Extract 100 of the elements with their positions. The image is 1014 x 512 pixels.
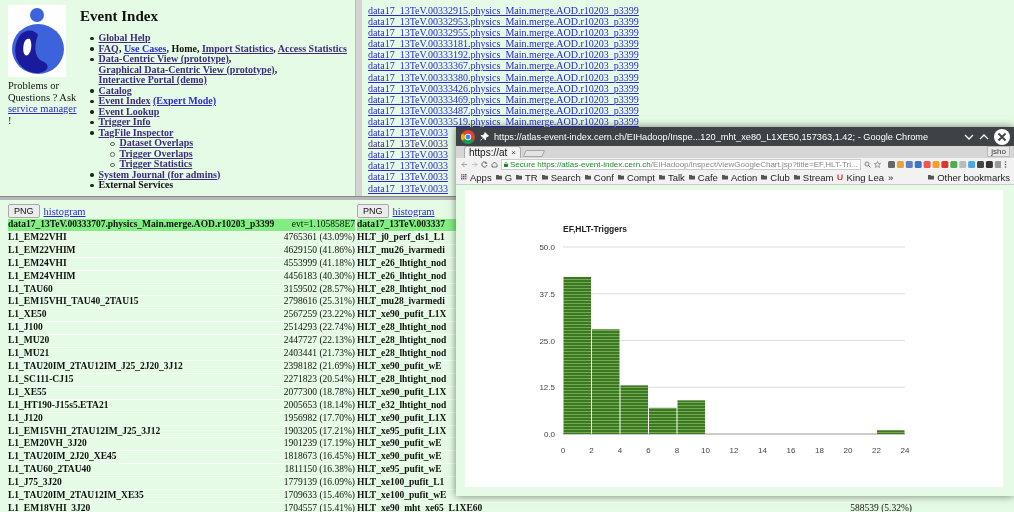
bookmark[interactable]: Talk <box>658 171 685 183</box>
table-cell: L1_TAU60 <box>8 283 281 297</box>
table-cell: L1_EM24VHIM <box>8 270 281 284</box>
nav-link[interactable]: Trigger Info <box>98 117 151 128</box>
table-cell: L1_HT190-J15s5.ETA21 <box>8 399 281 413</box>
nav-item: FAQ, Use Cases, Home, Import Statistics, Access Statistics <box>98 43 347 54</box>
dataset-link[interactable]: data17_13TeV.0033 <box>368 127 448 139</box>
table-cell: 2447727 (22.13%) <box>280 335 355 349</box>
bookmark[interactable]: TR <box>516 171 538 183</box>
bookmark[interactable]: G <box>495 171 513 183</box>
table-cell: L1_J120 <box>8 412 281 426</box>
header-cell: evt=1.105858E7 <box>280 219 355 232</box>
table-cell: L1_MU21 <box>8 348 281 361</box>
table-cell: L1_EM15VHI_2TAU12IM_J25_3J12 <box>8 425 281 439</box>
nav-link[interactable]: Trigger Statistics <box>119 159 193 170</box>
table-cell: 3159502 (28.57%) <box>280 283 355 297</box>
nav-link[interactable]: Event Index <box>98 95 151 106</box>
tick-label: 22 <box>872 446 881 455</box>
more-bookmarks-button[interactable]: » <box>887 171 894 183</box>
dataset-link[interactable]: data17_13TeV.00333487.physics_Main.merge.AOD.r10203_p3399 <box>368 104 639 116</box>
profile-button[interactable]: jsho <box>987 146 1010 158</box>
nav-link[interactable]: Access Statistics <box>277 42 347 54</box>
table-cell: L1_SC111-CJ15 <box>8 373 281 387</box>
window-title: https://atlas-event-index.cern.ch/EIHadoop/Inspe...120_mht_xe80_L1XE50,157363,1.42; - Google Chrome <box>494 131 930 142</box>
bookmark[interactable]: Action <box>721 171 758 183</box>
table-cell: L1_MU20 <box>8 335 281 349</box>
table-cell: L1_J75_3J20 <box>8 477 281 491</box>
dataset-link[interactable]: data17_13TeV.00332953.physics_Main.merge.AOD.r10203_p3399 <box>368 16 639 28</box>
nav-link[interactable]: Dataset Overlaps <box>119 138 194 149</box>
bookmark[interactable]: Conf <box>584 171 614 183</box>
table-cell: 4629150 (41.86%) <box>280 244 355 258</box>
bookmark[interactable]: Cafe <box>688 171 718 183</box>
table-cell: L1_TAU60_2TAU40 <box>8 464 281 478</box>
dataset-link[interactable]: data17_13TeV.0033 <box>368 149 448 161</box>
tick-label: 0.0 <box>543 430 555 439</box>
nav-link[interactable]: FAQ <box>98 42 119 54</box>
table-cell: L1_EM15VHI_TAU40_2TAU15 <box>8 296 281 310</box>
png-button[interactable]: PNG <box>8 204 40 218</box>
png-button[interactable]: PNG <box>357 204 389 218</box>
nav-link[interactable]: Interactive Portal (demo) <box>98 74 207 85</box>
nav-item: Data-Centric View (prototype), Graphical Data-Centric View (prototype), Interactive Portal (demo) <box>98 54 279 86</box>
url-text: https://atlas-event-index.cern.ch/EIHadoop/inspect/viewGoogleChart.jsp?title=EF,HLT-Tri... <box>537 159 858 169</box>
bookmark[interactable]: Other bookmarks <box>928 171 1010 183</box>
dataset-link[interactable]: data17_13TeV.00333380.physics_Main.merge.AOD.r10203_p3399 <box>368 71 639 83</box>
histogram-link[interactable]: histogram <box>43 205 86 217</box>
dataset-link[interactable]: data17_13TeV.0033 <box>368 160 448 172</box>
nav-link[interactable]: Graphical Data-Centric View (prototype) <box>98 63 275 75</box>
table-cell: 1709633 (15.46%) <box>280 490 355 503</box>
dataset-link[interactable]: data17_13TeV.00333367.physics_Main.merge.AOD.r10203_p3399 <box>368 60 639 72</box>
table-cell: HLT_xe90_mht_xe65_L1XE60 <box>357 502 848 512</box>
dataset-link[interactable]: data17_13TeV.00332915.physics_Main.merge.AOD.r10203_p3399 <box>368 5 639 17</box>
bookmark[interactable]: King Lea <box>837 171 884 183</box>
nav-link[interactable]: Trigger Overlaps <box>119 148 193 159</box>
table-cell: 4765361 (43.09%) <box>280 231 355 245</box>
table-cell: L1_TAU20IM_2TAU12IM_XE35 <box>8 490 281 503</box>
dataset-link[interactable]: data17_13TeV.00333519.physics_Main.merge.AOD.r10203_p3399 <box>368 115 639 128</box>
nav-link[interactable]: Global Help <box>98 33 151 44</box>
table-cell: L1_EM20VH_3J20 <box>8 438 281 452</box>
bookmark[interactable]: Club <box>761 171 790 183</box>
tick-label: 50.0 <box>539 243 555 252</box>
table-cell: L1_TAU20IM_2J20_XE45 <box>8 451 281 465</box>
dataset-link[interactable]: data17_13TeV.00333192.physics_Main.merge.AOD.r10203_p3399 <box>368 49 639 61</box>
dataset-link[interactable]: data17_13TeV.00333469.physics_Main.merge.AOD.r10203_p3399 <box>368 93 639 105</box>
bookmark[interactable]: Search <box>541 171 581 183</box>
table-cell: 4456183 (40.30%) <box>280 270 355 284</box>
help-text: Problems or Questions ? Ask service manager ! <box>8 80 78 126</box>
dataset-link[interactable]: data17_13TeV.0033 <box>368 171 448 183</box>
bookmark[interactable]: Compt <box>617 171 655 183</box>
table-cell: 2798616 (25.31%) <box>280 296 355 310</box>
tick-label: 24 <box>900 446 910 455</box>
table-cell: 1779139 (16.09%) <box>280 477 355 491</box>
nav-link[interactable]: TagFile Inspector <box>98 127 174 138</box>
dataset-link[interactable]: data17_13TeV.0033 <box>368 138 448 150</box>
table-cell: L1_EM18VHI_3J20 <box>8 502 281 512</box>
table-cell: L1_EM22VHIM <box>8 244 281 258</box>
bookmark[interactable]: Apps <box>461 171 492 183</box>
help-link[interactable]: service manager <box>8 103 77 114</box>
nav-text: External Services <box>98 180 174 191</box>
dataset-link[interactable]: data17_13TeV.0033 <box>368 182 448 194</box>
nav-link[interactable]: Catalog <box>98 85 132 96</box>
table-cell: 1903205 (17.21%) <box>280 425 355 439</box>
table-cell: L1_J100 <box>8 322 281 336</box>
dataset-link[interactable]: data17_13TeV.00333181.physics_Main.merge.AOD.r10203_p3399 <box>368 38 639 50</box>
table-cell: L1_EM24VHI <box>8 257 281 271</box>
dataset-link[interactable]: data17_13TeV.00333426.physics_Main.merge.AOD.r10203_p3399 <box>368 82 639 94</box>
browser-tab[interactable]: https://at × <box>464 146 522 159</box>
bookmark[interactable]: Stream <box>793 171 834 183</box>
table-cell: 2271823 (20.54%) <box>280 373 355 387</box>
nav-link[interactable]: System Journal (for admins) <box>98 169 221 180</box>
table-cell: 2398182 (21.69%) <box>280 360 355 374</box>
histogram-link[interactable]: histogram <box>392 205 435 217</box>
nav-link[interactable]: Data-Centric View (prototype) <box>98 53 229 64</box>
nav-link[interactable]: Event Lookup <box>98 106 160 117</box>
secure-label: Secure <box>510 159 536 169</box>
address-bar[interactable]: Secure https://atlas-event-index.cern.ch/EIHadoop/inspect/viewGoogleChart.jsp?title=EF,HLT-Tri... <box>501 158 861 170</box>
nav-link[interactable]: (Expert Mode) <box>152 95 216 106</box>
table-cell: L1_XE50 <box>8 309 281 323</box>
table-cell: 1818673 (16.45%) <box>280 451 355 465</box>
tab-close-button[interactable]: × <box>511 147 517 159</box>
dataset-link[interactable]: data17_13TeV.00332955.physics_Main.merge.AOD.r10203_p3399 <box>368 27 639 39</box>
